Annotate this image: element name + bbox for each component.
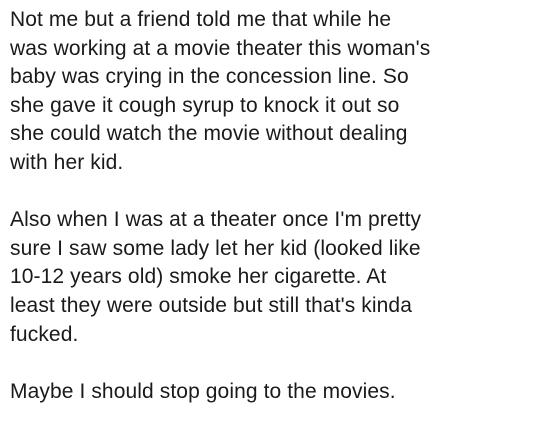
post-paragraph-1: Not me but a friend told me that while h… (10, 8, 431, 174)
post-body: Not me but a friend told me that while h… (10, 6, 530, 406)
post-paragraph-3: Maybe I should stop going to the movies. (10, 379, 396, 403)
post-paragraph-2: Also when I was at a theater once I'm pr… (10, 208, 422, 346)
